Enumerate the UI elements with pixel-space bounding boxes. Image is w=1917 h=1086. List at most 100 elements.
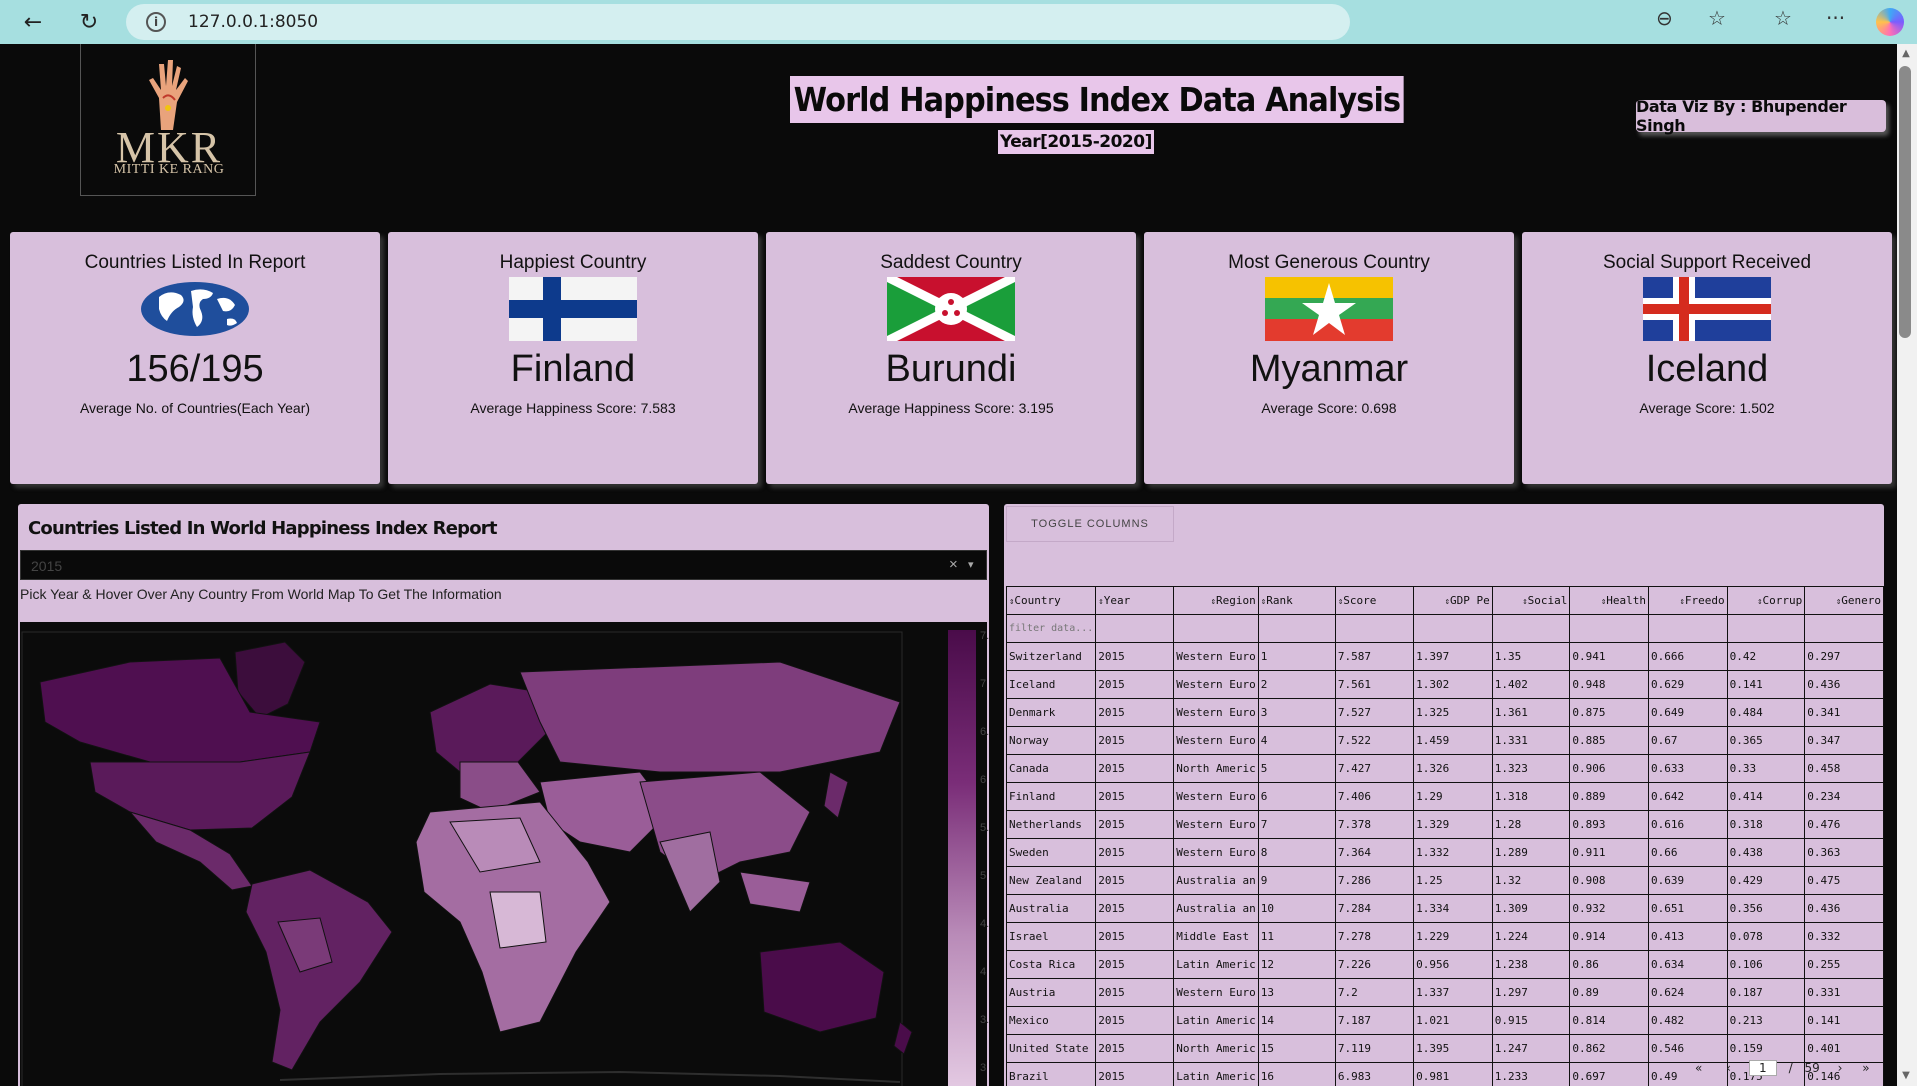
table-cell[interactable]: 7.278 [1334,922,1415,951]
table-row[interactable]: Switzerland 2015 Western Euro 1 7.587 1.397 1.… [1005,642,1884,671]
table-cell[interactable]: 0.213 [1726,1006,1806,1035]
table-cell[interactable]: 0.941 [1569,642,1650,671]
table-cell[interactable]: 1.337 [1413,978,1493,1007]
table-cell[interactable]: 6.983 [1334,1062,1415,1086]
table-cell[interactable]: Brazil [1005,1062,1097,1086]
column-header[interactable]: ⇕Score [1334,586,1415,615]
favorite-star-icon[interactable]: ☆ [1708,6,1726,30]
table-cell[interactable]: 2 [1257,670,1336,699]
table-cell[interactable]: 1.35 [1491,642,1571,671]
table-cell[interactable]: Netherlands [1005,810,1097,839]
table-cell[interactable]: 1.297 [1491,978,1571,1007]
table-cell[interactable]: 0.482 [1648,1006,1728,1035]
table-cell[interactable]: 1.402 [1491,670,1571,699]
column-header[interactable]: ⇕Year [1095,586,1175,615]
table-cell[interactable]: 2015 [1095,642,1175,671]
column-filter-input[interactable]: filter data... [1005,614,1097,643]
table-cell[interactable]: 10 [1257,894,1336,923]
table-cell[interactable]: 1.224 [1491,922,1571,951]
table-cell[interactable]: 0.347 [1804,726,1884,755]
table-cell[interactable]: 0.331 [1804,978,1884,1007]
table-cell[interactable]: Australia an [1173,894,1259,923]
last-page-button[interactable]: » [1862,1061,1869,1075]
table-cell[interactable]: 16 [1257,1062,1336,1086]
table-cell[interactable]: 2015 [1095,782,1175,811]
table-cell[interactable]: 1.361 [1491,698,1571,727]
table-cell[interactable]: 7.286 [1334,866,1415,895]
table-cell[interactable]: 0.429 [1726,866,1806,895]
table-cell[interactable]: 1.318 [1491,782,1571,811]
table-cell[interactable]: 0.649 [1648,698,1728,727]
table-cell[interactable]: 7.522 [1334,726,1415,755]
table-cell[interactable]: 7.378 [1334,810,1415,839]
more-menu-icon[interactable]: ··· [1826,6,1845,30]
table-cell[interactable]: 2015 [1095,698,1175,727]
table-cell[interactable]: 2015 [1095,1006,1175,1035]
table-cell[interactable]: 0.66 [1648,838,1728,867]
table-cell[interactable]: 0.634 [1648,950,1728,979]
table-cell[interactable]: 0.981 [1413,1062,1493,1086]
table-cell[interactable]: 0.341 [1804,698,1884,727]
table-cell[interactable]: 7.226 [1334,950,1415,979]
table-row[interactable]: New Zealand 2015 Australia an 9 7.286 1.25 1.3… [1005,866,1884,895]
table-cell[interactable]: 0.414 [1726,782,1806,811]
table-cell[interactable]: 0.255 [1804,950,1884,979]
table-cell[interactable]: 2015 [1095,1034,1175,1063]
table-cell[interactable]: 9 [1257,866,1336,895]
table-row[interactable]: Australia 2015 Australia an 10 7.284 1.334 1.3… [1005,894,1884,923]
table-cell[interactable]: 2015 [1095,894,1175,923]
table-cell[interactable]: 7.364 [1334,838,1415,867]
table-row[interactable]: Israel 2015 Middle East 11 7.278 1.229 1.224 0… [1005,922,1884,951]
table-cell[interactable]: 2015 [1095,810,1175,839]
table-cell[interactable]: North Americ [1173,754,1259,783]
table-row[interactable]: Austria 2015 Western Euro 13 7.2 1.337 1.297 0.… [1005,978,1884,1007]
table-cell[interactable]: 0.893 [1569,810,1650,839]
table-cell[interactable]: 0.875 [1569,698,1650,727]
table-cell[interactable]: 0.914 [1569,922,1650,951]
chevron-down-icon[interactable]: ▾ [968,558,974,571]
year-dropdown[interactable]: 2015 × ▾ [20,550,987,580]
table-row[interactable]: United State 2015 North Americ 15 7.119 1.395… [1005,1034,1884,1063]
url-text[interactable]: 127.0.0.1:8050 [188,12,318,32]
table-cell[interactable]: Western Euro [1173,726,1259,755]
table-cell[interactable]: 0.356 [1726,894,1806,923]
table-cell[interactable]: 0.932 [1569,894,1650,923]
table-cell[interactable]: Latin Americ [1173,950,1259,979]
table-cell[interactable]: Mexico [1005,1006,1097,1035]
table-cell[interactable]: 0.67 [1648,726,1728,755]
column-filter-input[interactable] [1804,614,1884,643]
table-row[interactable]: Netherlands 2015 Western Euro 7 7.378 1.329 1.… [1005,810,1884,839]
table-cell[interactable]: Iceland [1005,670,1097,699]
table-cell[interactable]: 0.624 [1648,978,1728,1007]
table-cell[interactable]: Israel [1005,922,1097,951]
table-cell[interactable]: 2015 [1095,1062,1175,1086]
table-cell[interactable]: 0.458 [1804,754,1884,783]
site-info-icon[interactable]: i [146,12,166,32]
table-cell[interactable]: 2015 [1095,950,1175,979]
table-cell[interactable]: 0.911 [1569,838,1650,867]
table-cell[interactable]: 7.119 [1334,1034,1415,1063]
column-header[interactable]: ⇕Social [1491,586,1571,615]
table-cell[interactable]: 7.2 [1334,978,1415,1007]
reload-icon[interactable]: ↻ [72,6,106,38]
table-cell[interactable]: 7.406 [1334,782,1415,811]
table-cell[interactable]: 0.33 [1726,754,1806,783]
column-header[interactable]: ⇕Corrup [1726,586,1806,615]
table-cell[interactable]: 1.329 [1413,810,1493,839]
table-cell[interactable]: 2015 [1095,726,1175,755]
column-filter-input[interactable] [1334,614,1415,643]
table-row[interactable]: Iceland 2015 Western Euro 2 7.561 1.302 1.402 0… [1005,670,1884,699]
table-row[interactable]: Finland 2015 Western Euro 6 7.406 1.29 1.318 0.… [1005,782,1884,811]
table-cell[interactable]: 0.401 [1804,1034,1884,1063]
table-cell[interactable]: 1.289 [1491,838,1571,867]
table-cell[interactable]: Western Euro [1173,670,1259,699]
table-cell[interactable]: 11 [1257,922,1336,951]
table-cell[interactable]: 1 [1257,642,1336,671]
table-cell[interactable]: 1.29 [1413,782,1493,811]
table-cell[interactable]: 1.397 [1413,642,1493,671]
table-cell[interactable]: 1.309 [1491,894,1571,923]
table-cell[interactable]: 15 [1257,1034,1336,1063]
table-cell[interactable]: 2015 [1095,978,1175,1007]
table-cell[interactable]: 1.247 [1491,1034,1571,1063]
table-cell[interactable]: Australia [1005,894,1097,923]
